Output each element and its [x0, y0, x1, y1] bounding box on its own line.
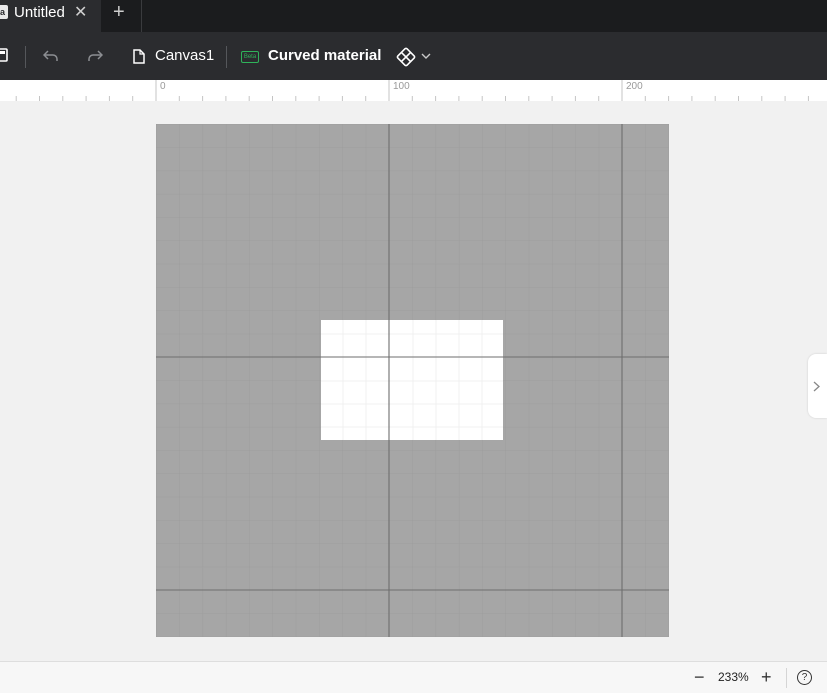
- document-icon: a: [0, 5, 8, 19]
- canvas-name[interactable]: Canvas1: [155, 47, 214, 64]
- beta-badge: Beta: [241, 51, 259, 63]
- toolbar-divider: [25, 46, 26, 68]
- material-piece[interactable]: [321, 320, 503, 440]
- status-divider: [786, 668, 787, 688]
- right-panel-toggle[interactable]: [808, 354, 827, 418]
- work-area[interactable]: [156, 124, 669, 637]
- tab-untitled[interactable]: a Untitled ✕: [0, 0, 101, 32]
- ruler-label-0: 0: [160, 81, 166, 92]
- tab-divider: [141, 0, 142, 32]
- chevron-right-icon: [813, 381, 820, 392]
- close-tab-icon[interactable]: ✕: [74, 2, 87, 22]
- tab-title: Untitled: [14, 4, 65, 21]
- work-area-grid: [156, 124, 669, 637]
- ruler-label-100: 100: [393, 81, 410, 92]
- zoom-out-button[interactable]: −: [694, 667, 705, 687]
- ruler-ticks: [15, 80, 809, 101]
- status-bar: − 233% + ?: [0, 661, 827, 693]
- chevron-down-icon[interactable]: [421, 53, 431, 60]
- new-tab-button[interactable]: +: [113, 1, 125, 24]
- pattern-grid-icon[interactable]: [396, 47, 416, 67]
- undo-icon[interactable]: [43, 50, 59, 62]
- toolbar: Canvas1 Beta Curved material: [0, 32, 827, 80]
- tab-bar: a Untitled ✕ +: [0, 0, 827, 32]
- redo-icon[interactable]: [87, 50, 103, 62]
- zoom-in-button[interactable]: +: [761, 667, 772, 687]
- help-button[interactable]: ?: [797, 670, 812, 685]
- toolbar-divider: [226, 46, 227, 68]
- help-icon: ?: [801, 672, 808, 683]
- horizontal-ruler: 0 100 200: [0, 80, 827, 102]
- file-icon: [133, 49, 145, 64]
- save-icon[interactable]: [0, 48, 8, 62]
- ruler-label-200: 200: [626, 81, 643, 92]
- zoom-level[interactable]: 233%: [718, 670, 749, 684]
- material-selector[interactable]: Curved material: [268, 47, 381, 64]
